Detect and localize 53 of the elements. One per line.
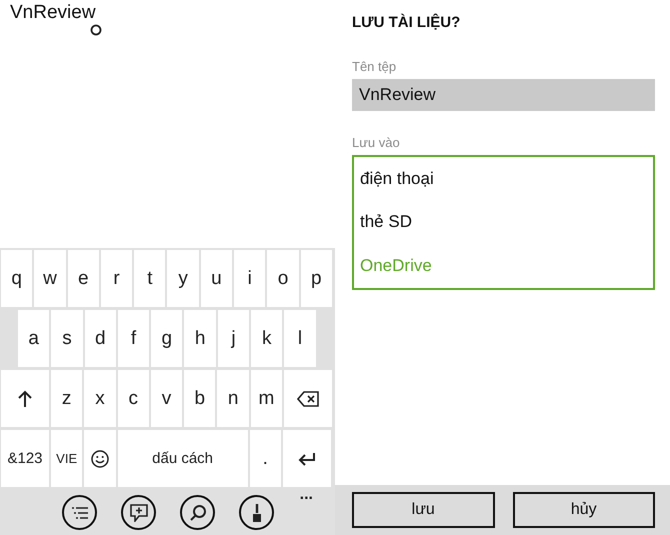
filename-label: Tên tệp (352, 59, 398, 74)
key[interactable]: p (300, 250, 332, 307)
save-button[interactable]: lưu (352, 492, 494, 528)
key[interactable]: m (250, 370, 282, 427)
search-icon[interactable] (180, 495, 215, 530)
key[interactable]: f (118, 310, 150, 367)
list-icon[interactable] (62, 495, 97, 530)
key[interactable]: z (51, 370, 82, 427)
dialog-title: LƯU TÀI LIỆU? (352, 14, 462, 31)
cancel-button[interactable]: hủy (512, 492, 655, 528)
document-text: VnReview (10, 2, 96, 24)
location-option[interactable]: điện thoại (360, 168, 647, 189)
brush-icon[interactable] (239, 495, 274, 530)
key[interactable]: r (100, 250, 132, 307)
key[interactable]: c (118, 370, 149, 427)
key[interactable]: x (84, 370, 116, 427)
backspace-key[interactable] (284, 370, 332, 427)
filename-field[interactable]: VnReview (352, 79, 655, 111)
key[interactable]: l (284, 310, 316, 367)
key[interactable]: t (134, 250, 166, 307)
key[interactable]: a (18, 310, 50, 367)
cursor-handle-icon (90, 24, 102, 36)
key[interactable]: i (234, 250, 266, 307)
key[interactable]: e (68, 250, 99, 307)
key[interactable]: n (217, 370, 249, 427)
key[interactable]: d (84, 310, 116, 367)
location-option[interactable]: thẻ SD (360, 212, 647, 232)
key[interactable]: q (1, 250, 32, 307)
enter-key[interactable] (282, 430, 331, 487)
symbols-key[interactable]: &123 (1, 430, 49, 487)
key[interactable]: s (51, 310, 83, 367)
key[interactable]: w (34, 250, 66, 307)
emoji-key[interactable] (84, 430, 116, 487)
key[interactable]: u (200, 250, 232, 307)
key[interactable]: . (250, 430, 281, 487)
key[interactable]: o (267, 250, 299, 307)
space-key[interactable]: dấu cách (118, 430, 248, 487)
key[interactable]: h (184, 310, 216, 367)
key[interactable]: v (150, 370, 182, 427)
shift-icon (17, 390, 33, 408)
smiley-icon (90, 450, 109, 468)
key[interactable]: b (184, 370, 216, 427)
key[interactable]: y (167, 250, 199, 307)
shift-key[interactable] (1, 370, 49, 427)
key[interactable]: k (251, 310, 282, 367)
enter-icon (298, 452, 316, 466)
add-note-icon[interactable] (121, 495, 156, 530)
language-key[interactable]: VIE (51, 430, 82, 487)
key[interactable]: j (218, 310, 250, 367)
location-label: Lưu vào (352, 135, 401, 150)
key[interactable]: g (151, 310, 182, 367)
more-button[interactable]: ... (300, 486, 313, 504)
backspace-icon (297, 390, 320, 406)
